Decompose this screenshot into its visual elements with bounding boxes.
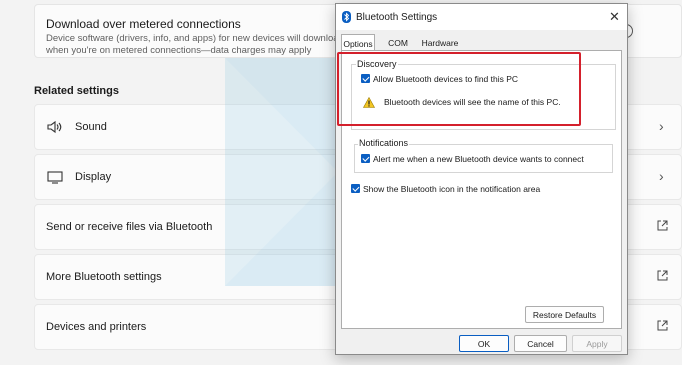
bluetooth-icon (342, 11, 351, 23)
notifications-checkbox-label: Alert me when a new Bluetooth device wan… (373, 154, 584, 164)
tray-icon-checkbox-label: Show the Bluetooth icon in the notificat… (363, 184, 541, 194)
dialog-title-bar: Bluetooth Settings ✕ (336, 4, 627, 30)
speaker-icon (47, 120, 62, 134)
chevron-right-icon: › (659, 118, 664, 134)
ok-button[interactable]: OK (459, 335, 509, 352)
tab-com-ports[interactable]: COM Ports (378, 34, 418, 58)
cancel-button[interactable]: Cancel (514, 335, 567, 352)
metered-description: Device software (drivers, info, and apps… (46, 33, 344, 56)
highlight-box (337, 52, 581, 126)
external-link-icon (657, 320, 668, 331)
row-label-sound: Sound (75, 121, 107, 133)
tab-options[interactable]: Options (341, 34, 375, 51)
notifications-label: Notifications (358, 138, 410, 148)
external-link-icon (657, 270, 668, 281)
row-label-devices-printers: Devices and printers (46, 321, 147, 333)
metered-title: Download over metered connections (46, 17, 241, 31)
row-label-display: Display (75, 171, 112, 183)
related-settings-heading: Related settings (34, 85, 119, 97)
external-link-icon (657, 220, 668, 231)
tab-hardware[interactable]: Hardware (421, 34, 459, 51)
notifications-checkbox[interactable] (361, 154, 370, 163)
apply-button[interactable]: Apply (572, 335, 622, 352)
tray-icon-checkbox[interactable] (351, 184, 360, 193)
monitor-icon (47, 171, 63, 184)
row-label-send-receive: Send or receive files via Bluetooth (46, 221, 213, 233)
row-label-more-bluetooth: More Bluetooth settings (46, 271, 162, 283)
close-icon[interactable]: ✕ (609, 9, 620, 25)
chevron-right-icon: › (659, 168, 664, 184)
restore-defaults-button[interactable]: Restore Defaults (525, 306, 604, 323)
dialog-title: Bluetooth Settings (356, 12, 438, 23)
